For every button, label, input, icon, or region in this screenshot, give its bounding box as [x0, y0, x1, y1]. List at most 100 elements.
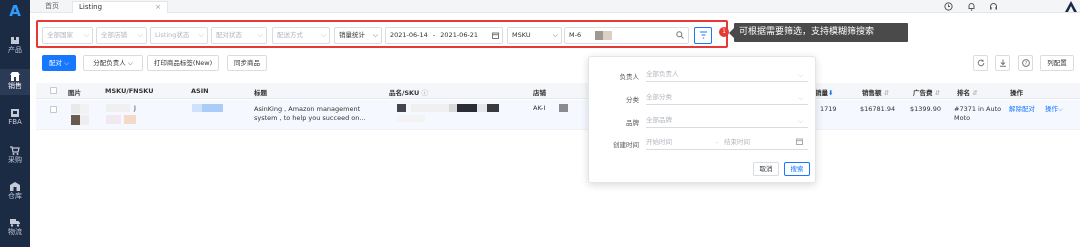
country-select[interactable]: 全部国家 ⌵	[42, 27, 93, 44]
help-icon: ?	[1022, 59, 1030, 67]
owner-select[interactable]: 全部负责人 ⌵	[646, 68, 808, 82]
assign-owner-label: 分配负责人	[93, 59, 126, 67]
column-config-button[interactable]: 列配置	[1040, 55, 1074, 71]
close-icon[interactable]: ×	[155, 2, 161, 13]
revenue-value: $16781.94	[860, 105, 896, 113]
advanced-filter-button[interactable]	[694, 27, 712, 44]
svg-text:?: ?	[1025, 61, 1028, 67]
chevron-down-icon: ⌵	[552, 31, 558, 39]
assign-owner-button[interactable]: 分配负责人 ⌵	[83, 55, 143, 71]
chevron-down-icon: ⌵	[198, 31, 204, 39]
pair-button-label: 配对	[48, 59, 62, 67]
sort-icon: ⇵	[972, 89, 978, 97]
col-asin: ASIN	[191, 87, 209, 95]
chevron-down-icon: ⌵	[83, 31, 89, 39]
listing-status-select[interactable]: Listing状态 ⌵	[150, 27, 208, 44]
col-image: 图片	[68, 89, 81, 97]
chevron-down-icon: ⌵	[372, 31, 378, 39]
sidebar-item-label: 产品	[8, 46, 22, 54]
refresh-button[interactable]	[973, 55, 988, 71]
sidebar-item-purchase[interactable]: 采购	[0, 143, 30, 169]
blurred-store	[559, 104, 568, 112]
col-sales-label: 销量	[815, 89, 828, 97]
start-time-placeholder: 开始时间	[646, 138, 672, 146]
col-name-sku: 品名/SKU ⓘ	[389, 87, 428, 97]
delivery-method-select[interactable]: 配送方式 ⌵	[272, 27, 330, 44]
search-field-value: MSKU	[512, 31, 531, 39]
col-sales[interactable]: 销量⬇	[815, 87, 833, 97]
tab-listing-label: Listing	[79, 3, 103, 11]
search-input-value: M-6	[569, 31, 582, 39]
col-actions: 操作	[1010, 89, 1023, 97]
question-circle-icon: ⓘ	[421, 89, 429, 97]
chevron-down-icon: ⌵	[798, 71, 803, 79]
col-revenue[interactable]: 销售额 ⇵	[862, 87, 889, 97]
stats-type-select[interactable]: 销量统计 ⌵	[334, 27, 382, 44]
actions-menu[interactable]: 操作⌵	[1045, 105, 1063, 114]
sync-products-button[interactable]: 同步商品	[227, 55, 267, 71]
help-button[interactable]: ?	[1018, 55, 1033, 71]
sidebar-item-label: 仓库	[8, 192, 22, 200]
tab-listing[interactable]: Listing ×	[72, 1, 168, 13]
search-button[interactable]: 搜索	[784, 162, 810, 176]
delivery-method-value: 配送方式	[277, 31, 303, 39]
unpair-link[interactable]: 解除配对	[1009, 105, 1035, 114]
sidebar: A 产品 销售 FBA 采购 仓库 物流	[0, 0, 30, 247]
store-icon	[10, 182, 20, 191]
chevron-down-icon: ⌵	[798, 94, 803, 102]
date-range-picker[interactable]: 2021-06-14 - 2021-06-21	[385, 27, 503, 44]
sidebar-item-label: 销售	[8, 82, 22, 90]
user-avatar-icon[interactable]	[1064, 0, 1078, 13]
sidebar-item-label: 采购	[8, 156, 22, 164]
search-icon[interactable]	[676, 31, 684, 39]
chevron-down-icon: ⌵	[127, 59, 133, 67]
sidebar-item-products[interactable]: 产品	[0, 33, 30, 59]
download-button[interactable]	[995, 55, 1010, 71]
category-select[interactable]: 全部分类 ⌵	[646, 91, 808, 105]
bell-icon[interactable]	[967, 2, 976, 11]
table-row[interactable]: J AsinKing , Amazon management system , …	[36, 100, 1080, 130]
sidebar-item-logistics[interactable]: 物流	[0, 215, 30, 241]
filter-bar: 全部国家 ⌵ 全部店铺 ⌵ Listing状态 ⌵ 配对状态 ⌵ 配送方式 ⌵ 销量统计 ⌵…	[36, 20, 728, 48]
search-field-select[interactable]: MSKU ⌵	[507, 27, 562, 44]
ad-cost-value: $1399.90	[910, 105, 942, 113]
row-checkbox[interactable]	[50, 106, 57, 113]
chevron-down-icon: ⌵	[320, 31, 326, 39]
blurred-text	[603, 31, 612, 40]
col-store: 店铺	[533, 89, 546, 97]
advanced-filter-panel: 负责人 全部负责人 ⌵ 分类 全部分类 ⌵ 品牌 全部品牌 ⌵ 创建时间 开始时间 -…	[588, 56, 816, 183]
pairing-status-select[interactable]: 配对状态 ⌵	[211, 27, 267, 44]
box-icon	[11, 37, 19, 44]
pair-button[interactable]: 配对 ⌵	[42, 55, 76, 71]
brand-placeholder: 全部品牌	[646, 116, 672, 124]
cancel-button[interactable]: 取消	[753, 162, 779, 176]
col-ad-cost[interactable]: 广告费 ⇵	[913, 87, 940, 97]
created-time-range[interactable]: 开始时间 - 结束时间	[646, 136, 808, 150]
search-input[interactable]: M-6	[564, 27, 689, 44]
col-rank[interactable]: 排名 ⇵	[957, 87, 978, 97]
date-separator: -	[432, 31, 436, 39]
clock-icon[interactable]	[944, 2, 953, 11]
date-start: 2021-06-14	[390, 31, 428, 39]
headset-icon[interactable]	[989, 2, 998, 11]
cart-icon	[10, 146, 20, 155]
category-label: 分类	[626, 96, 639, 104]
msku-suffix: J	[134, 104, 136, 112]
warehouse-icon	[11, 109, 19, 117]
select-all-checkbox[interactable]	[50, 87, 57, 94]
store-select[interactable]: 全部店铺 ⌵	[96, 27, 147, 44]
brand-select[interactable]: 全部品牌 ⌵	[646, 114, 808, 128]
calendar-icon	[796, 138, 803, 145]
sidebar-item-sales[interactable]: 销售	[0, 69, 30, 95]
sort-icon: ⇵	[934, 89, 941, 97]
sales-value: 1719	[820, 105, 837, 113]
col-name-sku-label: 品名/SKU	[389, 89, 420, 97]
col-ad-cost-label: 广告费	[913, 89, 933, 97]
tab-home[interactable]: 首页	[39, 1, 65, 13]
sidebar-item-warehouse[interactable]: 仓库	[0, 179, 30, 205]
sidebar-item-fba[interactable]: FBA	[0, 105, 30, 131]
print-label-button[interactable]: 打印商品标签(New)	[147, 55, 219, 71]
chevron-down-icon: ⌵	[257, 31, 263, 39]
col-title: 标题	[254, 89, 267, 97]
shop-icon	[10, 72, 20, 81]
